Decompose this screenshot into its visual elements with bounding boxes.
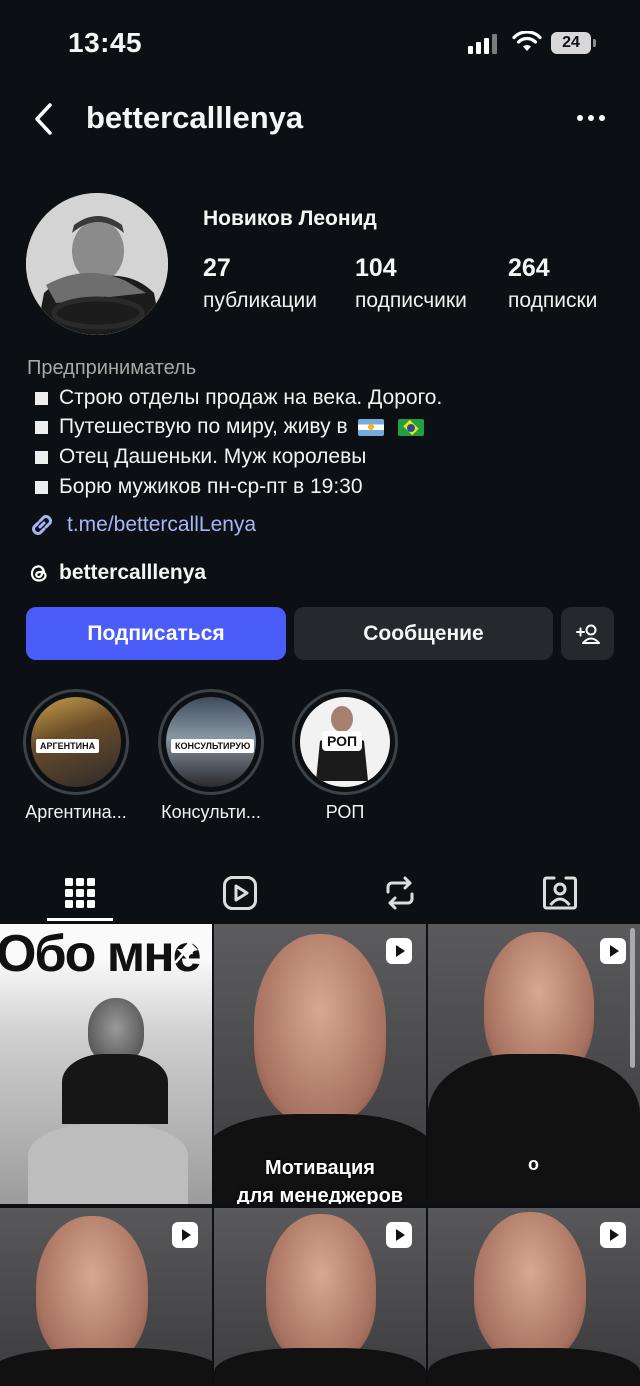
post-person: [474, 1212, 586, 1362]
stat-posts-label: публикации: [203, 289, 317, 312]
stat-following[interactable]: 264 подписки: [508, 254, 597, 313]
highlight-ring: КОНСУЛЬТИРУЮ: [158, 689, 264, 795]
bio-text: Борю мужиков пн-ср-пт в 19:30: [59, 475, 363, 498]
bio-text: Путешествую по миру, живу в: [59, 415, 348, 438]
threads-badge[interactable]: bettercalllenya: [27, 561, 206, 585]
post-person-body: [428, 1348, 640, 1386]
stat-posts[interactable]: 27 публикации: [203, 254, 317, 313]
highlight-tag: КОНСУЛЬТИРУЮ: [171, 739, 255, 753]
stat-posts-value: 27: [203, 254, 231, 282]
highlight-ring: РОП: [292, 689, 398, 795]
post-person-body: [62, 1054, 168, 1124]
pin-icon: [174, 940, 198, 964]
reel-play-icon: [386, 938, 412, 964]
profile-link[interactable]: t.me/bettercallLenya: [27, 510, 256, 540]
highlight-argentina[interactable]: АРГЕНТИНА Аргентина...: [23, 689, 129, 822]
highlight-consulting[interactable]: КОНСУЛЬТИРУЮ Консульти...: [158, 689, 264, 822]
post-person-body: [0, 1348, 212, 1386]
tagged-icon: [543, 876, 577, 910]
tab-posts[interactable]: [0, 863, 160, 923]
post-person: [266, 1214, 376, 1364]
bio-text: Строю отделы продаж на века. Дорого.: [59, 386, 443, 409]
bio-line: Путешествую по миру, живу в: [35, 415, 424, 439]
message-button[interactable]: Сообщение: [294, 607, 553, 660]
tab-tagged[interactable]: [480, 863, 640, 923]
reel-play-icon: [600, 938, 626, 964]
cellular-signal-icon: [468, 34, 497, 54]
add-person-icon: [575, 624, 600, 644]
highlight-ring: АРГЕНТИНА: [23, 689, 129, 795]
post-caption-line: Мотивация: [265, 1157, 375, 1179]
highlight-cover: АРГЕНТИНА: [31, 697, 121, 787]
post-person: [36, 1216, 148, 1366]
post-thumbnail[interactable]: Мотивация для менеджеров: [214, 924, 426, 1204]
stat-following-value: 264: [508, 254, 550, 282]
repost-icon: [386, 876, 414, 910]
reel-play-icon: [600, 1222, 626, 1248]
suggest-users-button[interactable]: [561, 607, 614, 660]
profile-category: Предприниматель: [27, 357, 197, 379]
bio-line: Отец Дашеньки. Муж королевы: [35, 445, 366, 469]
stat-following-label: подписки: [508, 289, 598, 312]
threads-icon: [30, 565, 47, 582]
post-person-body: [428, 1054, 640, 1204]
highlight-label: Аргентина...: [25, 802, 127, 822]
status-bar: 13:45 24: [0, 0, 640, 88]
bullet-square-icon: [35, 450, 48, 464]
battery-indicator: 24: [551, 32, 596, 54]
tab-reels[interactable]: [160, 863, 320, 923]
argentina-flag-icon: [357, 418, 384, 436]
more-options-icon[interactable]: [577, 108, 611, 128]
highlight-tag: АРГЕНТИНА: [36, 739, 100, 753]
avatar-photo: [26, 193, 168, 335]
bio-line: Борю мужиков пн-ср-пт в 19:30: [35, 475, 363, 499]
post-person: [254, 934, 386, 1124]
post-thumbnail[interactable]: Обо мне: [0, 924, 212, 1204]
bio-line: Строю отделы продаж на века. Дорого.: [35, 386, 442, 410]
grid-icon: [65, 878, 95, 908]
highlight-rop[interactable]: РОП РОП: [292, 689, 398, 822]
highlight-label: Консульти...: [161, 802, 261, 822]
post-caption-line: о: [528, 1154, 539, 1174]
wifi-icon: [512, 31, 542, 51]
status-time: 13:45: [68, 27, 143, 58]
reel-play-icon: [172, 1222, 198, 1248]
active-tab-indicator: [47, 918, 113, 921]
post-thumbnail[interactable]: [428, 1208, 640, 1386]
highlight-cover: КОНСУЛЬТИРУЮ: [166, 697, 256, 787]
avatar[interactable]: [26, 193, 168, 335]
stat-followers-label: подписчики: [355, 289, 467, 312]
scrollbar[interactable]: [630, 928, 635, 1068]
reels-icon: [223, 876, 257, 910]
profile-full-name: Новиков Леонид: [203, 207, 377, 230]
bullet-square-icon: [35, 420, 48, 434]
bullet-square-icon: [35, 480, 48, 494]
follow-button[interactable]: Подписаться: [26, 607, 286, 660]
post-person-legs: [28, 1124, 188, 1204]
reel-play-icon: [386, 1222, 412, 1248]
post-person-body: [214, 1348, 426, 1386]
post-thumbnail[interactable]: [0, 1208, 212, 1386]
post-title-text: Обо мне: [0, 925, 202, 983]
stat-followers[interactable]: 104 подписчики: [355, 254, 467, 313]
stat-followers-value: 104: [355, 254, 397, 282]
post-caption-line: для менеджеров: [236, 1185, 404, 1204]
threads-username: bettercalllenya: [59, 561, 207, 584]
back-arrow-icon[interactable]: [30, 99, 60, 139]
highlight-label: РОП: [325, 802, 365, 822]
page-title: bettercalllenya: [86, 100, 304, 135]
link-icon: [32, 515, 52, 535]
post-thumbnail[interactable]: [214, 1208, 426, 1386]
brazil-flag-icon: [397, 418, 424, 436]
bio-text: Отец Дашеньки. Муж королевы: [59, 445, 367, 468]
post-thumbnail[interactable]: о: [428, 924, 640, 1204]
highlight-cover: РОП: [300, 697, 390, 787]
tab-reposts[interactable]: [320, 863, 480, 923]
highlight-tag: РОП: [322, 731, 363, 751]
profile-link-text: t.me/bettercallLenya: [67, 513, 257, 536]
bullet-square-icon: [35, 391, 48, 405]
